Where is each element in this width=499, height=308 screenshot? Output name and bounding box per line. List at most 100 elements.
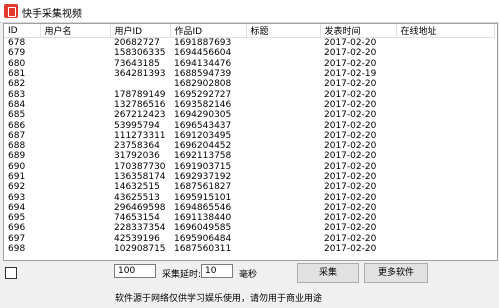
interval-unit: 毫秒 xyxy=(239,270,258,280)
table-row[interactable]: 694 296469598 1694865546 2017-02-20 xyxy=(4,203,494,213)
table-cell: 170387730 xyxy=(114,161,166,172)
table-cell: 2017-02-20 xyxy=(324,182,377,193)
table-row[interactable]: 681 364281393 1688594739 2017-02-19 xyxy=(4,69,494,79)
table-row[interactable]: 696 228337354 1696049585 2017-02-20 xyxy=(4,223,494,233)
table-cell: 684 xyxy=(8,99,26,110)
table-cell xyxy=(40,100,110,110)
table-cell xyxy=(246,110,320,120)
table-cell: 2017-02-20 xyxy=(324,192,377,203)
table-cell xyxy=(40,182,110,192)
table-row[interactable]: 679 158306335 1694456604 2017-02-20 xyxy=(4,48,494,58)
table-cell xyxy=(396,131,494,141)
table-cell xyxy=(246,38,320,49)
interval-input[interactable] xyxy=(201,264,233,278)
table-cell: 1694865546 xyxy=(174,202,232,213)
table-cell xyxy=(40,172,110,182)
table-cell xyxy=(40,38,110,49)
table-cell xyxy=(396,120,494,130)
table-cell xyxy=(396,48,494,58)
table-cell: 1687560311 xyxy=(174,244,232,255)
more-software-button[interactable]: 更多软件 xyxy=(364,263,428,283)
column-header[interactable]: 在线地址 xyxy=(396,24,495,38)
table-row[interactable]: 688 23758364 1696204452 2017-02-20 xyxy=(4,141,494,151)
table-row[interactable]: 684 132786516 1693582146 2017-02-20 xyxy=(4,100,494,110)
table-row[interactable]: 680 73643185 1694134476 2017-02-20 xyxy=(4,59,494,69)
collect-checkbox[interactable] xyxy=(5,267,17,279)
column-header[interactable]: 用户ID xyxy=(110,24,171,38)
table-cell xyxy=(396,203,494,213)
table-row[interactable]: 687 111273311 1691203495 2017-02-20 xyxy=(4,131,494,141)
table-cell xyxy=(40,223,110,233)
table-cell xyxy=(40,203,110,213)
table-cell: 2017-02-20 xyxy=(324,244,377,255)
table-cell xyxy=(396,69,494,79)
table-cell xyxy=(396,213,494,223)
table-row[interactable]: 689 31792036 1692113758 2017-02-20 xyxy=(4,151,494,161)
table-cell: 697 xyxy=(8,233,26,244)
table-cell xyxy=(40,151,110,161)
table-cell: 1695292727 xyxy=(174,89,232,100)
table-cell xyxy=(246,223,320,233)
table-row[interactable]: 678 20682727 1691887693 2017-02-20 xyxy=(4,38,494,49)
table-row[interactable]: 693 43625513 1695915101 2017-02-20 xyxy=(4,192,494,203)
table-cell xyxy=(40,192,110,202)
control-bar: 采集延时: 毫秒 采集 更多软件 软件源于网络仅供学习娱乐使用，请勿用于商业用途 xyxy=(0,261,499,308)
column-header[interactable]: 发表时间 xyxy=(320,24,397,38)
table-cell xyxy=(396,59,494,69)
table-cell: 693 xyxy=(8,192,26,203)
table-row[interactable]: 683 178789149 1695292727 2017-02-20 xyxy=(4,89,494,100)
table-cell: 1694456604 xyxy=(174,48,232,59)
table-row[interactable]: 690 170387730 1691903715 2017-02-20 xyxy=(4,162,494,172)
table-cell: 296469598 xyxy=(114,202,166,213)
table-row[interactable]: 685 267212423 1694290305 2017-02-20 xyxy=(4,110,494,120)
table-cell: 691 xyxy=(8,172,26,182)
title-bar: 快手采集视频 xyxy=(0,0,499,23)
column-header[interactable]: ID xyxy=(4,24,41,38)
table-cell xyxy=(396,192,494,202)
table-cell: 1696543437 xyxy=(174,120,232,131)
table-row[interactable]: 691 136358174 1692937192 2017-02-20 xyxy=(4,172,494,182)
table-cell: 267212423 xyxy=(114,110,166,121)
video-table[interactable]: ID 用户名 用户ID 作品ID 标题 发表时间 在线地址 678 2068272… xyxy=(3,23,498,261)
table-cell: 111273311 xyxy=(114,130,166,141)
table-cell: 694 xyxy=(8,202,26,213)
table-cell: 2017-02-19 xyxy=(324,69,377,80)
table-cell xyxy=(396,172,494,182)
table-cell: 1687561827 xyxy=(174,182,232,193)
table-cell xyxy=(396,89,494,99)
table-cell xyxy=(40,141,110,151)
table-cell xyxy=(40,59,110,69)
table-cell: 1691903715 xyxy=(174,161,232,172)
table-cell: 678 xyxy=(8,38,26,49)
table-cell: 1693582146 xyxy=(174,99,232,110)
table-cell xyxy=(246,89,320,99)
count-input[interactable] xyxy=(114,264,156,278)
table-cell: 2017-02-20 xyxy=(324,48,377,59)
table-cell xyxy=(246,213,320,223)
table-cell: 132786516 xyxy=(114,99,166,110)
column-header[interactable]: 用户名 xyxy=(40,24,111,38)
table-row[interactable]: 686 53995794 1696543437 2017-02-20 xyxy=(4,120,494,131)
table-cell: 690 xyxy=(8,161,26,172)
collect-button[interactable]: 采集 xyxy=(297,263,359,283)
table-row[interactable]: 692 14632515 1687561827 2017-02-20 xyxy=(4,182,494,192)
app-icon xyxy=(4,4,18,18)
column-header[interactable]: 作品ID xyxy=(170,24,247,38)
table-cell: 695 xyxy=(8,213,26,224)
table-cell: 698 xyxy=(8,244,26,255)
table-row[interactable]: 682 1682902808 2017-02-20 xyxy=(4,79,494,89)
table-row[interactable]: 695 74653154 1691138440 2017-02-20 xyxy=(4,213,494,223)
table-cell: 23758364 xyxy=(114,141,160,152)
table-cell: 1691203495 xyxy=(174,130,232,141)
table-cell: 2017-02-20 xyxy=(324,161,377,172)
table-row[interactable]: 697 42539196 1695906484 2017-02-20 xyxy=(4,234,494,244)
table-row[interactable]: 698 102908715 1687560311 2017-02-20 xyxy=(4,244,494,254)
column-header[interactable]: 标题 xyxy=(246,24,321,38)
table-cell: 1692113758 xyxy=(174,151,232,162)
table-cell: 53995794 xyxy=(114,120,160,131)
table-cell xyxy=(40,162,110,172)
table-cell: 683 xyxy=(8,89,26,100)
table-cell: 31792036 xyxy=(114,151,160,162)
table-cell: 74653154 xyxy=(114,213,160,224)
table-cell xyxy=(40,244,110,254)
